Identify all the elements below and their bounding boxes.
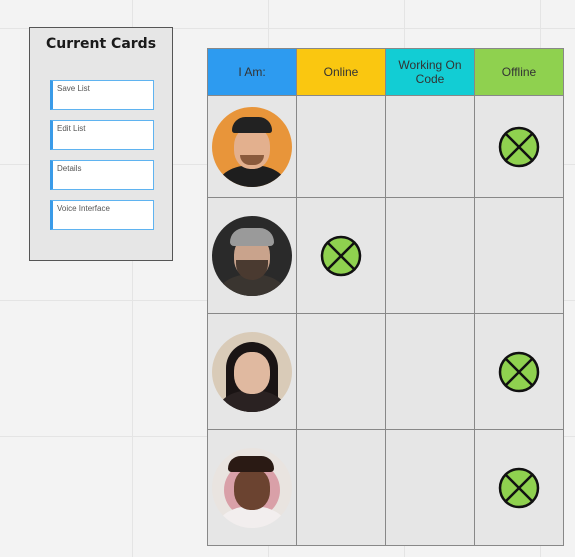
status-cell-offline[interactable] bbox=[475, 430, 564, 546]
avatar bbox=[212, 106, 292, 187]
avatar-cell bbox=[208, 198, 297, 314]
status-table: I Am: Online Working On Code Offline bbox=[207, 48, 564, 546]
status-cell-offline[interactable] bbox=[475, 198, 564, 314]
avatar bbox=[212, 331, 292, 412]
status-cell-online[interactable] bbox=[297, 198, 386, 314]
avatar-cell bbox=[208, 96, 297, 198]
status-cell-online[interactable] bbox=[297, 314, 386, 430]
avatar-cell bbox=[208, 430, 297, 546]
x-circle-icon bbox=[498, 126, 540, 167]
card-save-list[interactable]: Save List bbox=[50, 80, 154, 110]
status-cell-working[interactable] bbox=[386, 314, 475, 430]
panel-title: Current Cards bbox=[45, 36, 157, 52]
header-working-on-code-label: Working On Code bbox=[398, 58, 462, 86]
status-cell-working[interactable] bbox=[386, 198, 475, 314]
header-working-on-code: Working On Code bbox=[386, 49, 475, 96]
header-offline: Offline bbox=[475, 49, 564, 96]
header-i-am: I Am: bbox=[208, 49, 297, 96]
status-cell-online[interactable] bbox=[297, 430, 386, 546]
card-edit-list[interactable]: Edit List bbox=[50, 120, 154, 150]
status-cell-offline[interactable] bbox=[475, 314, 564, 430]
status-cell-working[interactable] bbox=[386, 96, 475, 198]
card-details[interactable]: Details bbox=[50, 160, 154, 190]
x-circle-icon bbox=[498, 351, 540, 392]
status-cell-offline[interactable] bbox=[475, 96, 564, 198]
avatar bbox=[212, 215, 292, 296]
status-cell-online[interactable] bbox=[297, 96, 386, 198]
x-circle-icon bbox=[498, 467, 540, 508]
header-online: Online bbox=[297, 49, 386, 96]
x-circle-icon bbox=[320, 235, 362, 276]
status-cell-working[interactable] bbox=[386, 430, 475, 546]
avatar bbox=[212, 447, 292, 528]
card-voice-interface[interactable]: Voice Interface bbox=[50, 200, 154, 230]
avatar-cell bbox=[208, 314, 297, 430]
current-cards-panel: Current Cards Save List Edit List Detail… bbox=[29, 27, 173, 261]
